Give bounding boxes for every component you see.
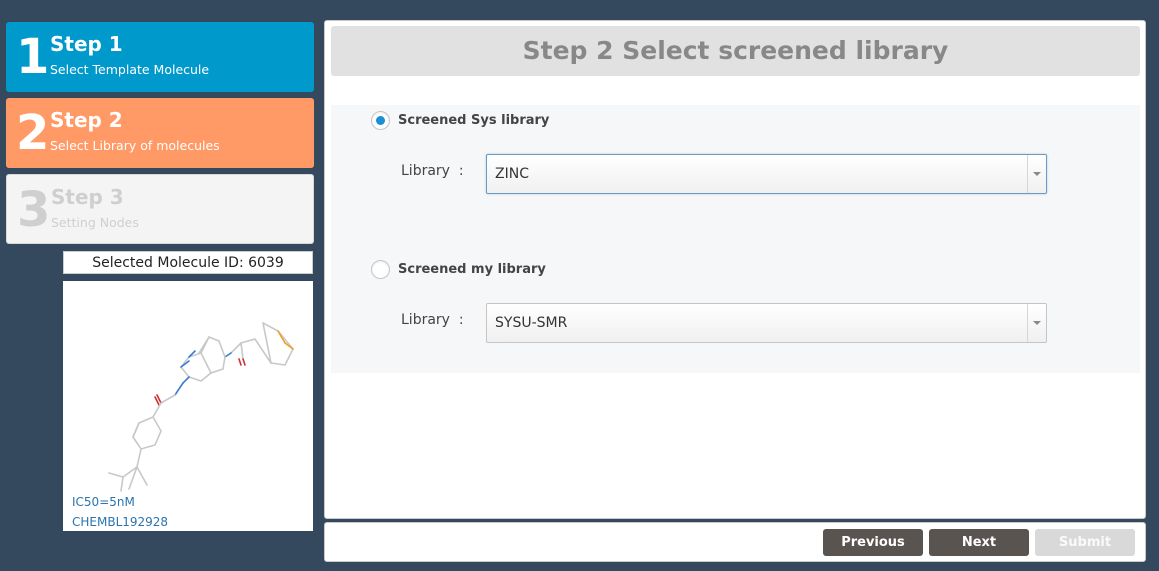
my-library-label: Screened my library — [398, 262, 546, 277]
sys-library-select[interactable]: ZINC — [486, 154, 1047, 194]
step-3-title: Step 3 — [51, 185, 124, 209]
step-1-number: 1 — [16, 29, 50, 85]
library-form: Screened Sys library Library : ZINC Scre… — [331, 105, 1140, 373]
sys-library-label: Screened Sys library — [398, 113, 550, 128]
step-1-title: Step 1 — [50, 32, 123, 56]
sys-library-select-value: ZINC — [495, 166, 529, 182]
my-library-field-label: Library : — [401, 312, 464, 328]
molecule-structure-panel: IC50=5nM CHEMBL192928 — [63, 281, 313, 531]
molecule-structure-image — [108, 322, 294, 492]
step-1[interactable]: 1 Step 1 Select Template Molecule — [6, 22, 314, 92]
page-title: Step 2 Select screened library — [331, 26, 1140, 76]
chevron-down-icon[interactable] — [1027, 304, 1046, 342]
submit-button: Submit — [1035, 529, 1135, 556]
step-3-number: 3 — [17, 182, 51, 238]
my-library-radio[interactable] — [371, 260, 390, 279]
next-button[interactable]: Next — [929, 529, 1029, 556]
option-screened-sys-library[interactable]: Screened Sys library — [371, 111, 549, 130]
step-3: 3 Step 3 Setting Nodes — [6, 174, 314, 244]
selected-molecule-id: Selected Molecule ID: 6039 — [63, 251, 313, 274]
step-2-subtitle: Select Library of molecules — [50, 138, 220, 153]
step-2-title: Step 2 — [50, 108, 123, 132]
wizard-button-bar: Previous Next Submit — [324, 522, 1146, 562]
sys-library-field-label: Library : — [401, 163, 464, 179]
step-1-subtitle: Select Template Molecule — [50, 62, 210, 77]
molecule-ic50: IC50=5nM — [72, 495, 135, 509]
step-2-number: 2 — [16, 105, 50, 161]
molecule-chembl-id: CHEMBL192928 — [72, 515, 169, 529]
previous-button[interactable]: Previous — [823, 529, 923, 556]
step-2[interactable]: 2 Step 2 Select Library of molecules — [6, 98, 314, 168]
step-3-subtitle: Setting Nodes — [51, 215, 139, 230]
option-screened-my-library[interactable]: Screened my library — [371, 260, 546, 279]
main-panel: Step 2 Select screened library Screened … — [324, 20, 1146, 519]
my-library-select[interactable]: SYSU-SMR — [486, 303, 1047, 343]
chevron-down-icon[interactable] — [1027, 155, 1046, 193]
my-library-select-value: SYSU-SMR — [495, 315, 568, 331]
sys-library-radio[interactable] — [371, 111, 390, 130]
